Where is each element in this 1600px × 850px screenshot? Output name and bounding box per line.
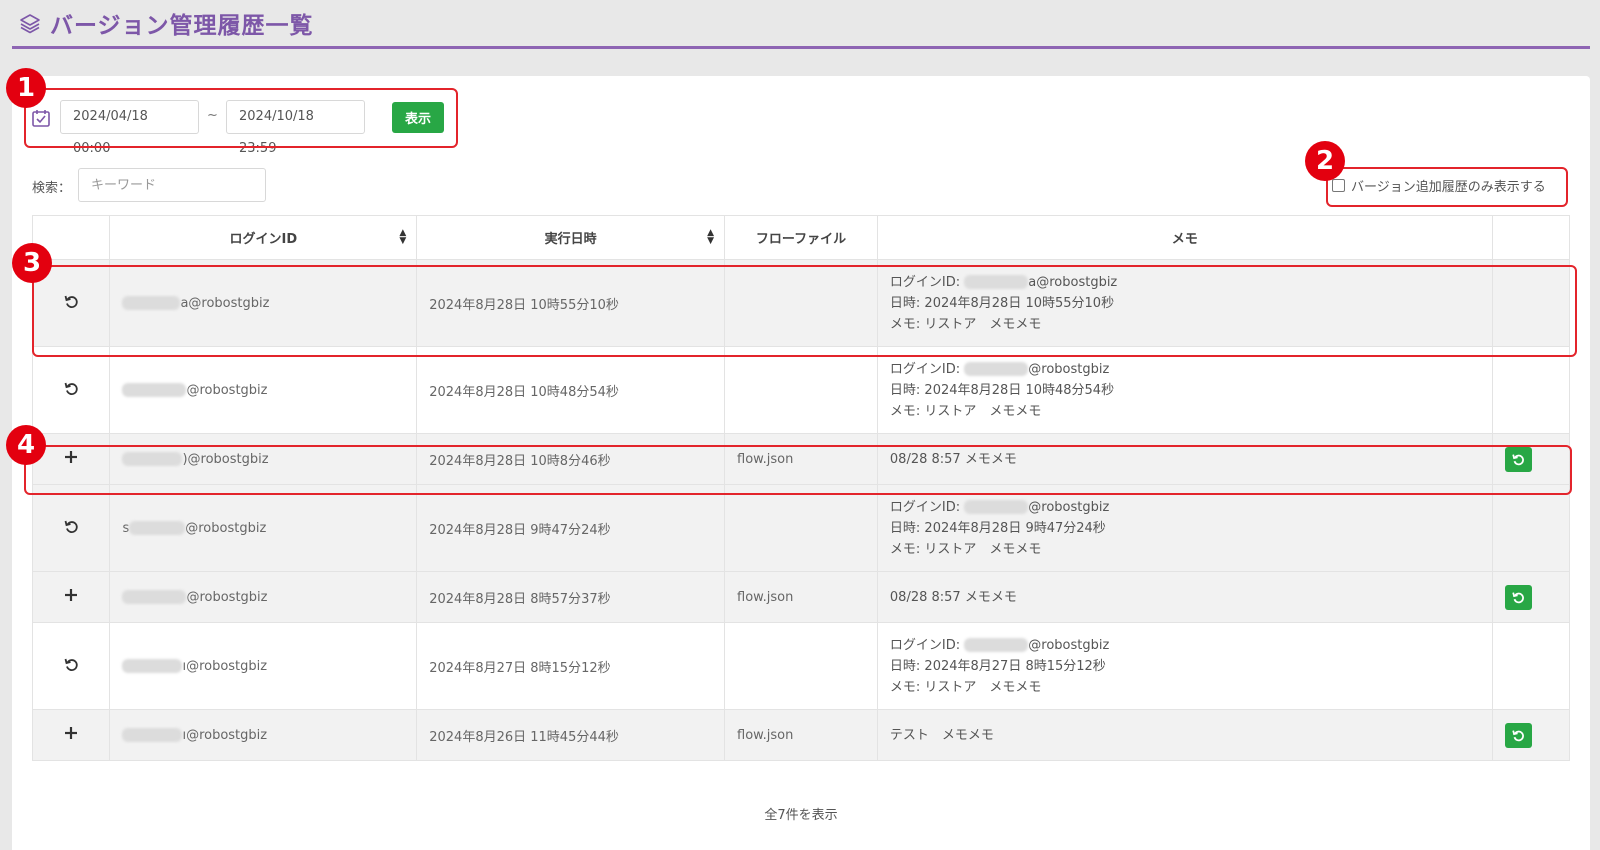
memo-login: @robostgbiz bbox=[1028, 361, 1110, 377]
record-count: 全7件を表示 bbox=[764, 808, 838, 823]
memo-line: メモ: リストア メモメモ bbox=[889, 679, 1042, 695]
annotation-marker-4: 4 bbox=[6, 425, 46, 465]
memo-login: @robostgbiz bbox=[1028, 499, 1110, 515]
undo-icon bbox=[64, 520, 78, 533]
header-datetime-label: 実行日時 bbox=[544, 232, 597, 247]
memo-login: @robostgbiz bbox=[1028, 637, 1110, 653]
restore-cell bbox=[1491, 622, 1570, 710]
redacted-blur bbox=[964, 638, 1029, 652]
redacted-blur bbox=[122, 590, 187, 604]
header-restore bbox=[1491, 215, 1570, 260]
header-datetime[interactable]: 実行日時 ▲ ▼ bbox=[416, 215, 726, 260]
memo-cell: 08/28 8:57 メモメモ bbox=[876, 571, 1493, 623]
redacted-blur bbox=[964, 500, 1029, 514]
table-row: @robostgbiz 2024年8月28日 8時57分37秒 flow.jso… bbox=[31, 571, 1570, 623]
row-action-cell bbox=[31, 571, 111, 623]
restore-button[interactable] bbox=[1504, 584, 1532, 610]
row-action-cell bbox=[31, 709, 111, 761]
layers-icon bbox=[20, 14, 40, 34]
datetime-cell: 2024年8月28日 8時57分37秒 bbox=[416, 571, 726, 623]
memo-line: 08/28 8:57 メモメモ bbox=[889, 589, 1017, 605]
annotation-box-4 bbox=[24, 445, 1572, 495]
sort-icon[interactable]: ▲ ▼ bbox=[707, 229, 714, 246]
memo-label: ログインID: bbox=[889, 499, 965, 515]
header-flow-file: フローファイル bbox=[724, 215, 878, 260]
undo-icon bbox=[64, 382, 78, 395]
redacted-blur bbox=[122, 659, 183, 673]
login-id-text: ı@robostgbiz bbox=[182, 658, 268, 674]
memo-line: テスト メモメモ bbox=[889, 727, 994, 743]
memo-label: ログインID: bbox=[889, 637, 965, 653]
memo-line: ログインID: @robostgbiz bbox=[890, 359, 1492, 380]
memo-label: ログインID: bbox=[889, 361, 965, 377]
header-memo: メモ bbox=[876, 215, 1493, 260]
datetime-cell: 2024年8月28日 10時48分54秒 bbox=[416, 346, 726, 434]
search-label: 検索： bbox=[32, 181, 72, 196]
datetime-cell: 2024年8月26日 11時45分44秒 bbox=[416, 709, 726, 761]
page-header: バージョン管理履歴一覧 bbox=[12, 0, 1590, 49]
memo-cell: ログインID: @robostgbiz 日時: 2024年8月28日 9時47分… bbox=[876, 484, 1493, 572]
row-action-cell bbox=[31, 346, 111, 434]
login-id-text: @robostgbiz bbox=[186, 589, 268, 605]
login-id-text: @robostgbiz bbox=[185, 520, 267, 536]
page-title: バージョン管理履歴一覧 bbox=[50, 13, 314, 39]
flow-file-cell bbox=[724, 622, 878, 710]
table-row: ı@robostgbiz 2024年8月27日 8時15分12秒 ログインID:… bbox=[31, 622, 1570, 710]
memo-cell: ログインID: @robostgbiz 日時: 2024年8月27日 8時15分… bbox=[876, 622, 1493, 710]
header-login-id[interactable]: ログインID ▲ ▼ bbox=[109, 215, 418, 260]
annotation-box-2 bbox=[1326, 167, 1568, 207]
annotation-box-1 bbox=[24, 88, 458, 148]
plus-icon bbox=[65, 589, 78, 601]
flow-file-cell bbox=[724, 346, 878, 434]
memo-line: メモ: リストア メモメモ bbox=[889, 403, 1042, 419]
restore-cell bbox=[1491, 484, 1570, 572]
memo-line: メモ: リストア メモメモ bbox=[889, 541, 1042, 557]
login-id-cell: @robostgbiz bbox=[109, 346, 418, 434]
datetime-cell: 2024年8月27日 8時15分12秒 bbox=[416, 622, 726, 710]
login-id-prefix: s bbox=[122, 520, 130, 536]
undo-icon bbox=[1512, 592, 1524, 604]
login-id-cell: ı@robostgbiz bbox=[109, 622, 418, 710]
header-login-id-label: ログインID bbox=[229, 232, 298, 247]
memo-cell: テスト メモメモ bbox=[876, 709, 1493, 761]
sort-icon[interactable]: ▲ ▼ bbox=[399, 229, 406, 246]
redacted-blur bbox=[122, 728, 183, 742]
annotation-marker-1: 1 bbox=[6, 68, 46, 108]
flow-file-cell bbox=[724, 484, 878, 572]
login-id-text: ı@robostgbiz bbox=[182, 727, 268, 743]
annotation-box-3 bbox=[32, 265, 1577, 357]
memo-line: ログインID: @robostgbiz bbox=[890, 497, 1492, 518]
table-row: ı@robostgbiz 2024年8月26日 11時45分44秒 flow.j… bbox=[31, 709, 1570, 761]
undo-icon bbox=[64, 658, 78, 671]
annotation-marker-2: 2 bbox=[1305, 141, 1345, 181]
login-id-cell: s @robostgbiz bbox=[109, 484, 418, 572]
memo-line: 日時: 2024年8月28日 9時47分24秒 bbox=[889, 520, 1106, 536]
datetime-cell: 2024年8月28日 9時47分24秒 bbox=[416, 484, 726, 572]
restore-cell bbox=[1491, 571, 1570, 623]
redacted-blur bbox=[129, 521, 186, 535]
restore-cell bbox=[1491, 346, 1570, 434]
table-row: s @robostgbiz 2024年8月28日 9時47分24秒 ログインID:… bbox=[31, 484, 1570, 572]
plus-icon bbox=[65, 727, 78, 739]
login-id-cell: @robostgbiz bbox=[109, 571, 418, 623]
annotation-marker-3: 3 bbox=[12, 243, 52, 283]
memo-line: 日時: 2024年8月27日 8時15分12秒 bbox=[889, 658, 1106, 674]
flow-file-cell: flow.json bbox=[724, 571, 878, 623]
restore-cell bbox=[1491, 709, 1570, 761]
row-action-cell bbox=[31, 484, 111, 572]
table-header-row: ログインID ▲ ▼ 実行日時 ▲ ▼ フローファイル メモ bbox=[31, 215, 1570, 260]
login-id-text: @robostgbiz bbox=[186, 382, 268, 398]
memo-line: ログインID: @robostgbiz bbox=[890, 635, 1492, 656]
redacted-blur bbox=[122, 383, 187, 397]
memo-line: 日時: 2024年8月28日 10時48分54秒 bbox=[889, 382, 1115, 398]
flow-file-cell: flow.json bbox=[724, 709, 878, 761]
redacted-blur bbox=[964, 362, 1029, 376]
login-id-cell: ı@robostgbiz bbox=[109, 709, 418, 761]
table-row: @robostgbiz 2024年8月28日 10時48分54秒 ログインID:… bbox=[31, 346, 1570, 434]
memo-cell: ログインID: @robostgbiz 日時: 2024年8月28日 10時48… bbox=[876, 346, 1493, 434]
search-input[interactable] bbox=[78, 168, 266, 202]
row-action-cell bbox=[31, 622, 111, 710]
undo-icon bbox=[1512, 730, 1524, 742]
restore-button[interactable] bbox=[1504, 722, 1532, 748]
